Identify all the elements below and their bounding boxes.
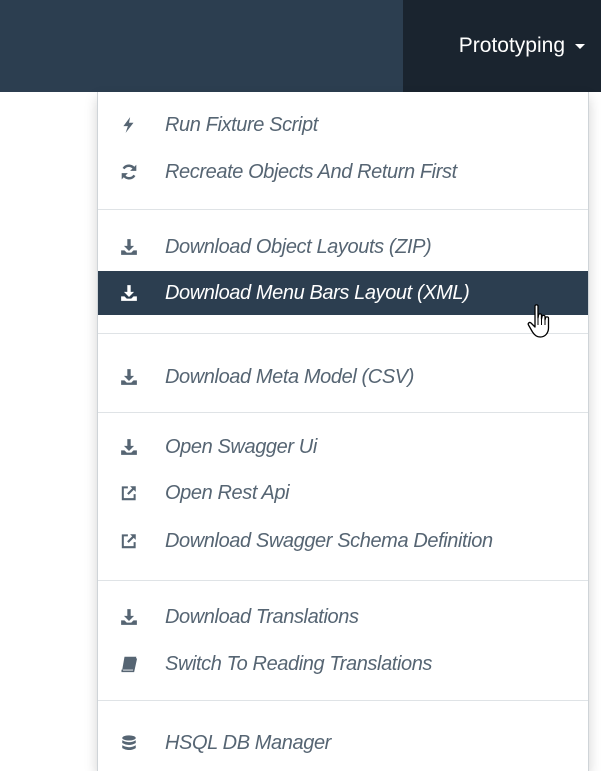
menu-item-recreate-objects[interactable]: Recreate Objects And Return First — [98, 153, 588, 191]
download-icon — [119, 437, 139, 457]
download-icon — [119, 367, 139, 387]
menu-item-open-swagger-ui[interactable]: Open Swagger Ui — [98, 428, 588, 466]
menu-item-label: Download Object Layouts (ZIP) — [165, 235, 432, 258]
menu-divider — [98, 333, 588, 334]
menu-item-download-object-layouts[interactable]: Download Object Layouts (ZIP) — [98, 228, 588, 266]
refresh-icon — [119, 162, 139, 182]
bolt-icon — [119, 115, 139, 135]
download-icon — [119, 283, 139, 303]
menu-item-label: Run Fixture Script — [165, 113, 318, 136]
menu-item-open-rest-api[interactable]: Open Rest Api — [98, 474, 588, 512]
caret-down-icon — [575, 43, 585, 49]
menu-divider — [98, 700, 588, 701]
menu-item-hsql-db-manager[interactable]: HSQL DB Manager — [98, 724, 588, 762]
menu-item-run-fixture-script[interactable]: Run Fixture Script — [98, 106, 588, 144]
external-link-icon — [119, 531, 139, 551]
external-link-icon — [119, 483, 139, 503]
menu-item-switch-to-reading-translations[interactable]: Switch To Reading Translations — [98, 645, 588, 683]
menu-item-label: Recreate Objects And Return First — [165, 160, 457, 183]
prototyping-menu-toggle[interactable]: Prototyping — [403, 0, 601, 92]
menu-item-download-swagger-schema[interactable]: Download Swagger Schema Definition — [98, 522, 588, 560]
menu-item-label: Download Translations — [165, 605, 359, 628]
prototyping-menu-label: Prototyping — [458, 34, 565, 57]
download-icon — [119, 607, 139, 627]
database-icon — [119, 733, 139, 753]
menu-divider — [98, 580, 588, 581]
menu-item-download-translations[interactable]: Download Translations — [98, 598, 588, 636]
menu-item-label: HSQL DB Manager — [165, 731, 331, 754]
menu-item-label: Download Menu Bars Layout (XML) — [165, 281, 470, 304]
menu-item-download-meta-model[interactable]: Download Meta Model (CSV) — [98, 358, 588, 396]
menu-item-label: Download Meta Model (CSV) — [165, 365, 414, 388]
download-icon — [119, 237, 139, 257]
menu-item-label: Download Swagger Schema Definition — [165, 529, 493, 552]
menu-item-label: Open Swagger Ui — [165, 435, 317, 458]
menu-item-label: Open Rest Api — [165, 481, 290, 504]
menu-divider — [98, 209, 588, 210]
prototyping-dropdown-menu: Run Fixture Script Recreate Objects And … — [97, 92, 589, 771]
book-icon — [119, 654, 139, 674]
menu-item-download-menu-bars-layout[interactable]: Download Menu Bars Layout (XML) — [98, 271, 588, 315]
top-navbar: Prototyping — [0, 0, 601, 92]
menu-divider — [98, 412, 588, 413]
menu-item-label: Switch To Reading Translations — [165, 652, 433, 675]
